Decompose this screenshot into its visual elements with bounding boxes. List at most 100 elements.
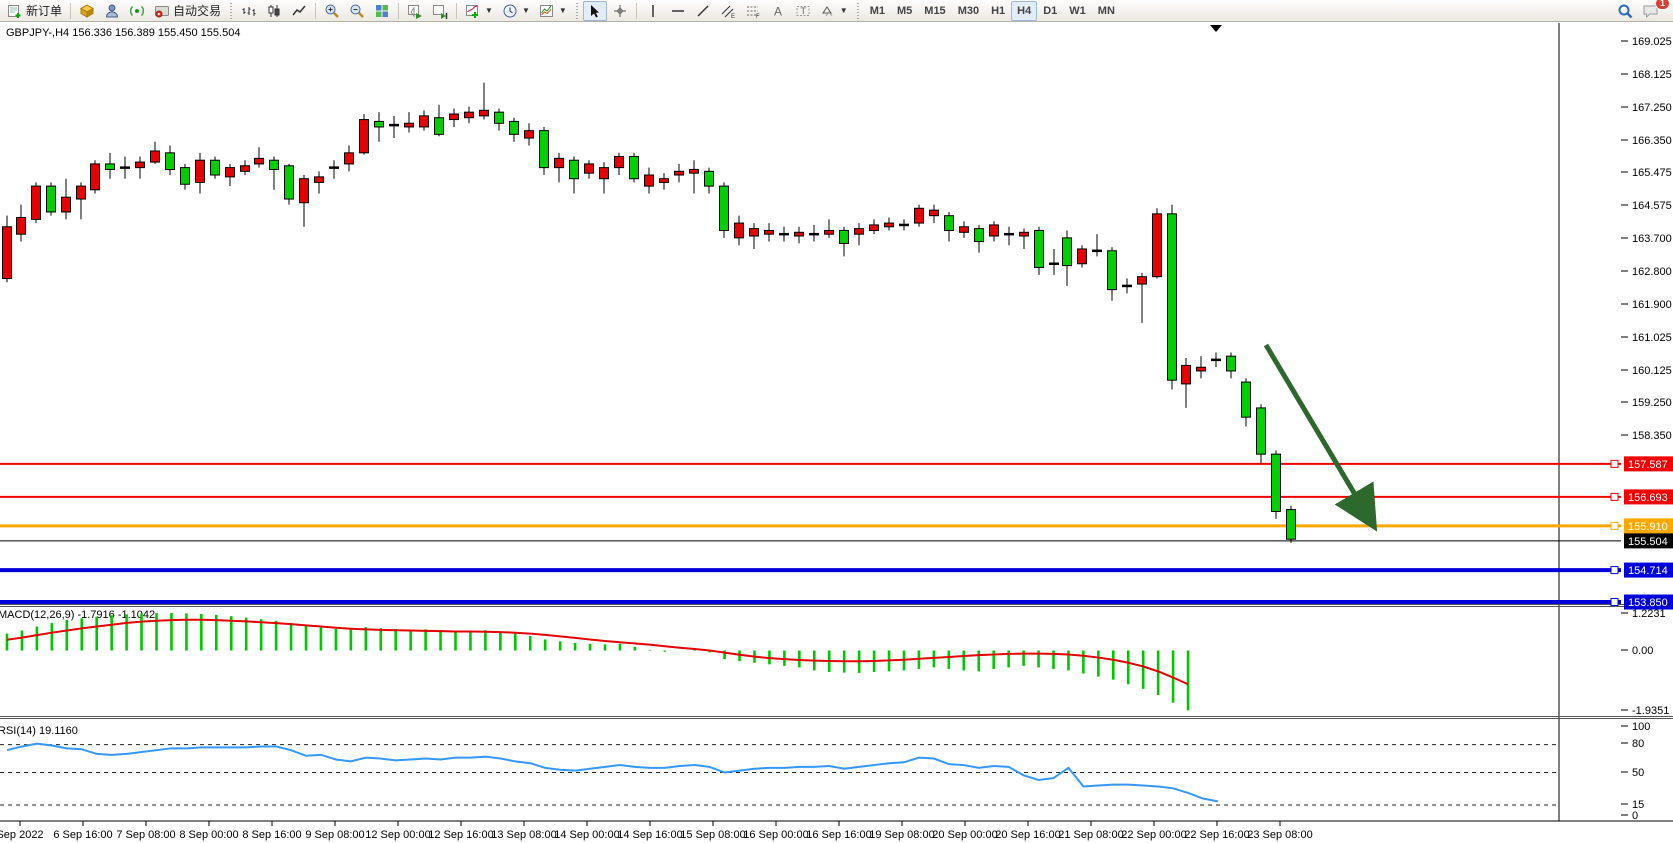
svg-text:80: 80 xyxy=(1632,738,1644,750)
channel-icon: E xyxy=(720,3,736,19)
market-watch-button[interactable] xyxy=(100,1,124,21)
candle-body xyxy=(735,223,744,238)
svg-text:168.125: 168.125 xyxy=(1632,69,1672,81)
auto-trading-button[interactable]: 自动交易 xyxy=(150,1,225,21)
candle-body xyxy=(855,229,864,235)
svg-text:0.00: 0.00 xyxy=(1632,645,1653,657)
fibonacci-tool[interactable]: F xyxy=(741,1,765,21)
text-label-icon: T xyxy=(795,3,811,19)
candlestick-mode-button[interactable] xyxy=(262,1,286,21)
candle-body xyxy=(62,197,71,212)
timeframe-button-d1[interactable]: D1 xyxy=(1037,1,1063,21)
timeframe-button-h1[interactable]: H1 xyxy=(985,1,1011,21)
line-chart-mode-button[interactable] xyxy=(287,1,311,21)
templates-button[interactable]: ▼ xyxy=(535,1,571,21)
zoom-in-button[interactable] xyxy=(320,1,344,21)
text-tool[interactable]: A xyxy=(766,1,790,21)
timeframe-button-w1[interactable]: W1 xyxy=(1063,1,1092,21)
candle-body xyxy=(136,162,145,168)
bar-chart-mode-button[interactable] xyxy=(237,1,261,21)
bar-chart-icon xyxy=(241,3,257,19)
candle-body xyxy=(255,158,264,164)
tile-windows-button[interactable] xyxy=(370,1,394,21)
candle-body xyxy=(465,112,474,118)
price-line-handle[interactable] xyxy=(1611,493,1618,500)
candle-body xyxy=(585,164,594,173)
auto-scroll-button[interactable] xyxy=(403,1,427,21)
candle-body xyxy=(1182,365,1191,383)
candle-body xyxy=(330,167,339,169)
cursor-icon xyxy=(587,3,603,19)
timeframe-button-h4[interactable]: H4 xyxy=(1011,1,1037,21)
price-line-handle[interactable] xyxy=(1611,522,1618,529)
vertical-line-tool[interactable] xyxy=(641,1,665,21)
signals-button[interactable] xyxy=(125,1,149,21)
periods-caret: ▼ xyxy=(522,6,530,15)
candle-body xyxy=(1050,263,1059,265)
candle-body xyxy=(360,120,369,153)
candle-body xyxy=(1138,277,1147,284)
candle-body xyxy=(885,223,894,227)
candle-body xyxy=(945,216,954,231)
trendline-tool[interactable] xyxy=(691,1,715,21)
cursor-tool-button[interactable] xyxy=(583,1,607,21)
auto-trading-icon xyxy=(154,3,170,19)
candle-body xyxy=(211,160,220,175)
price-chart-svg[interactable]: 169.025168.125167.250166.350165.475164.5… xyxy=(0,22,1673,843)
chart-area[interactable]: 169.025168.125167.250166.350165.475164.5… xyxy=(0,22,1673,843)
new-order-button[interactable]: 新订单 xyxy=(3,1,66,21)
text-icon: A xyxy=(770,3,786,19)
svg-text:167.250: 167.250 xyxy=(1632,102,1672,114)
crosshair-tool-button[interactable] xyxy=(608,1,632,21)
new-order-label: 新订单 xyxy=(26,2,62,19)
candle-body xyxy=(495,112,504,123)
timeframe-button-m15[interactable]: M15 xyxy=(918,1,951,21)
indicators-icon xyxy=(465,3,481,19)
candle-body xyxy=(480,110,489,116)
price-line-handle[interactable] xyxy=(1611,599,1618,606)
indicators-button[interactable]: ▼ xyxy=(461,1,497,21)
time-axis-label: 13 Sep 08:00 xyxy=(491,829,556,841)
candle-body xyxy=(705,171,714,186)
timeframe-button-m30[interactable]: M30 xyxy=(952,1,985,21)
candle-body xyxy=(1287,510,1296,540)
candle-body xyxy=(615,157,624,168)
timeframe-button-mn[interactable]: MN xyxy=(1092,1,1121,21)
candle-body xyxy=(47,186,56,212)
time-axis-label: 8 Sep 16:00 xyxy=(242,829,301,841)
candle-body xyxy=(1197,367,1206,371)
timeframe-button-m1[interactable]: M1 xyxy=(864,1,891,21)
chat-button[interactable]: 1 xyxy=(1638,1,1664,21)
chart-shift-button[interactable] xyxy=(428,1,452,21)
equidistant-channel-tool[interactable]: E xyxy=(716,1,740,21)
candle-body xyxy=(375,121,384,127)
favorites-button[interactable] xyxy=(75,1,99,21)
zoom-out-button[interactable] xyxy=(345,1,369,21)
candle-body xyxy=(1108,251,1117,290)
search-button[interactable] xyxy=(1613,1,1637,21)
shapes-tool[interactable]: ▼ xyxy=(816,1,852,21)
candle-body xyxy=(1035,230,1044,267)
candle-body xyxy=(1020,232,1029,236)
candle-body xyxy=(241,166,250,172)
price-line-handle[interactable] xyxy=(1611,567,1618,574)
svg-text:158.350: 158.350 xyxy=(1632,430,1672,442)
candle-body xyxy=(990,225,999,236)
candle-body xyxy=(690,169,699,173)
svg-text:166.350: 166.350 xyxy=(1632,135,1672,147)
time-axis-label: 8 Sep 00:00 xyxy=(179,829,238,841)
candle-body xyxy=(825,230,834,234)
candle-body xyxy=(450,114,459,120)
horizontal-line-tool[interactable] xyxy=(666,1,690,21)
toolbar: 新订单 自动交易 ▼ ▼ xyxy=(0,0,1673,22)
templates-caret: ▼ xyxy=(559,6,567,15)
candle-body xyxy=(1257,408,1266,454)
timeframe-button-m5[interactable]: M5 xyxy=(891,1,918,21)
periods-button[interactable]: ▼ xyxy=(498,1,534,21)
time-axis-label: 12 Sep 16:00 xyxy=(428,829,493,841)
price-line-handle[interactable] xyxy=(1611,460,1618,467)
candle-body xyxy=(315,177,324,183)
svg-text:0: 0 xyxy=(1632,810,1638,822)
text-label-tool[interactable]: T xyxy=(791,1,815,21)
candlestick-icon xyxy=(266,3,282,19)
